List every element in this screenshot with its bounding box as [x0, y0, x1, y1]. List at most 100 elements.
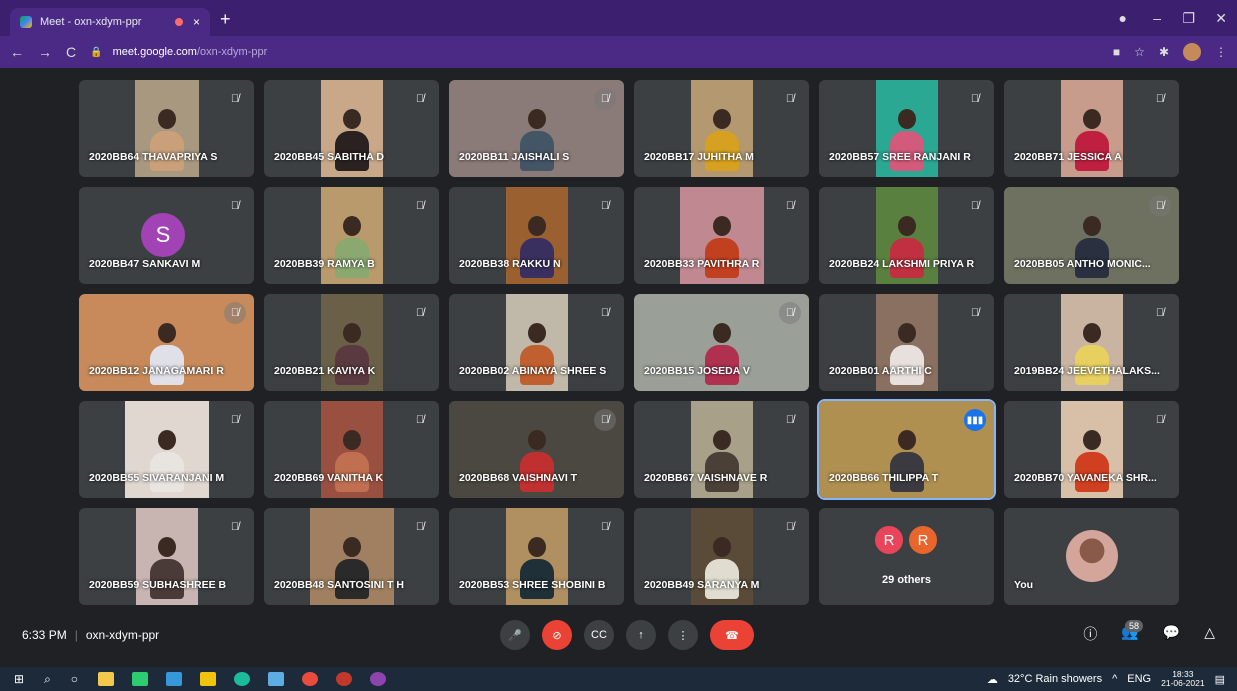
participant-tile[interactable]: 🎙̸ 2020BB24 LAKSHMI PRIYA R	[819, 187, 994, 284]
participant-tile[interactable]: 🎙̸ 2020BB71 JESSICA A	[1004, 80, 1179, 177]
mail-icon[interactable]	[268, 672, 285, 686]
participant-name: 2020BB39 RAMYA B	[274, 258, 375, 270]
participant-tile[interactable]: 🎙̸ 2020BB48 SANTOSINI T H	[264, 508, 439, 605]
lock-icon[interactable]: 🔒	[90, 47, 102, 58]
present-button[interactable]: ↑	[626, 620, 656, 650]
participant-tile[interactable]: S 🎙̸ 2020BB47 SANKAVI M	[79, 187, 254, 284]
meeting-time: 6:33 PM	[22, 628, 67, 642]
mic-muted-icon: 🎙̸	[415, 200, 425, 212]
participant-tile[interactable]: 🎙̸ 2020BB70 YAVANEKA SHR...	[1004, 401, 1179, 498]
participant-tile[interactable]: 🎙̸ 2020BB59 SUBHASHREE B	[79, 508, 254, 605]
meet-favicon-icon	[20, 16, 32, 28]
participant-tile[interactable]: 🎙̸ 2020BB15 JOSEDA V	[634, 294, 809, 391]
participant-tile[interactable]: 🎙̸ 2020BB17 JUHITHA M	[634, 80, 809, 177]
participant-tile[interactable]: 🎙̸ 2019BB24 JEEVETHALAKS...	[1004, 294, 1179, 391]
star-icon[interactable]: ☆	[1134, 45, 1145, 59]
participant-tile[interactable]: 🎙̸ 2020BB01 AARTHI C	[819, 294, 994, 391]
chrome-icon[interactable]	[302, 672, 319, 686]
language-indicator[interactable]: ENG	[1127, 673, 1151, 685]
mic-muted-icon: 🎙̸	[1155, 93, 1165, 105]
participant-name: 2020BB48 SANTOSINI T H	[274, 579, 404, 591]
participant-tile[interactable]: 🎙̸ 2020BB45 SABITHA D	[264, 80, 439, 177]
participant-avatar: R	[907, 524, 939, 556]
participant-tile[interactable]: 🎙̸ 2020BB55 SIVARANJANI M	[79, 401, 254, 498]
mic-muted-icon: 🎙̸	[970, 307, 980, 319]
chrome-icon-active[interactable]	[370, 672, 387, 686]
more-vert-icon: ⋮	[677, 629, 689, 642]
participant-name: 2020BB38 RAKKU N	[459, 258, 561, 270]
participant-tile[interactable]: 🎙̸ 2020BB02 ABINAYA SHREE S	[449, 294, 624, 391]
file-explorer-icon[interactable]	[98, 672, 115, 686]
clock[interactable]: 18:33 21-06-2021	[1161, 670, 1204, 688]
participant-tile[interactable]: 🎙̸ 2020BB64 THAVAPRIYA S	[79, 80, 254, 177]
participant-tile[interactable]: 🎙̸ 2020BB12 JANAGAMARI R	[79, 294, 254, 391]
mic-muted-icon: 🎙̸	[600, 521, 610, 533]
mic-muted-icon: 🎙̸	[415, 307, 425, 319]
participant-tile[interactable]: 🎙̸ 2020BB38 RAKKU N	[449, 187, 624, 284]
participant-tile[interactable]: ▮▮▮ 2020BB66 THILIPPA T	[817, 399, 996, 500]
url-field[interactable]: meet.google.com/oxn-xdym-ppr	[113, 46, 268, 58]
participant-tile[interactable]: You	[1004, 508, 1179, 605]
store-icon[interactable]	[200, 672, 217, 686]
weather-text[interactable]: 32°C Rain showers	[1008, 673, 1102, 685]
meeting-info: 6:33 PM | oxn-xdym-ppr	[22, 628, 159, 642]
participant-name: 2020BB49 SARANYA M	[644, 579, 760, 591]
extensions-icon[interactable]: ✱	[1159, 45, 1169, 59]
chevron-up-icon[interactable]: ^	[1112, 673, 1117, 685]
participant-name: 2020BB70 YAVANEKA SHR...	[1014, 472, 1157, 484]
app-icon-green[interactable]	[132, 672, 149, 686]
chat-icon[interactable]: 💬	[1163, 624, 1180, 644]
weather-icon: ☁	[986, 673, 998, 686]
chrome-icon-2[interactable]	[336, 672, 353, 686]
hang-up-button[interactable]: ☎	[710, 620, 754, 650]
participant-name: 2020BB01 AARTHI C	[829, 365, 932, 377]
mic-muted-icon: 🎙̸	[594, 409, 616, 431]
participant-tile[interactable]: 🎙̸ 2020BB49 SARANYA M	[634, 508, 809, 605]
participant-tile[interactable]: 🎙̸ 2020BB57 SREE RANJANI R	[819, 80, 994, 177]
microphone-button[interactable]: 🎤	[500, 620, 530, 650]
browser-tab[interactable]: Meet - oxn-xdym-ppr ×	[10, 8, 210, 36]
participant-tile[interactable]: 🎙̸ 2020BB05 ANTHO MONIC...	[1004, 187, 1179, 284]
more-options-button[interactable]: ⋮	[668, 620, 698, 650]
profile-avatar[interactable]	[1183, 43, 1201, 61]
minimize-button[interactable]: –	[1153, 10, 1161, 26]
camera-off-button[interactable]: ⊘	[542, 620, 572, 650]
search-icon[interactable]: ⌕	[44, 672, 51, 687]
notifications-icon[interactable]: ▤	[1215, 673, 1225, 686]
info-icon[interactable]: ⓘ	[1083, 624, 1097, 644]
new-tab-button[interactable]: +	[220, 10, 231, 28]
participant-tile[interactable]: 🎙̸ 2020BB21 KAVIYA K	[264, 294, 439, 391]
participant-tile[interactable]: 🎙̸ 2020BB33 PAVITHRA R	[634, 187, 809, 284]
forward-icon[interactable]: →	[38, 44, 52, 60]
windows-start-icon[interactable]: ⊞	[14, 672, 24, 686]
task-view-icon[interactable]: ○	[71, 672, 78, 686]
participant-tile[interactable]: 🎙̸ 2020BB53 SHREE SHOBINI B	[449, 508, 624, 605]
participant-name: 2019BB24 JEEVETHALAKS...	[1014, 365, 1160, 377]
participant-tile[interactable]: 🎙̸ 2020BB67 VAISHNAVE R	[634, 401, 809, 498]
tab-title: Meet - oxn-xdym-ppr	[40, 16, 142, 28]
menu-icon[interactable]: ⋮	[1215, 45, 1227, 59]
back-icon[interactable]: ←	[10, 44, 24, 60]
url-path: /oxn-xdym-ppr	[196, 46, 268, 58]
reload-icon[interactable]: C	[66, 44, 76, 60]
participant-tile[interactable]: 🎙̸ 2020BB68 VAISHNAVI T	[449, 401, 624, 498]
tab-close-icon[interactable]: ×	[193, 15, 200, 29]
meet-control-bar: 6:33 PM | oxn-xdym-ppr 🎤 ⊘ CC ↑ ⋮ ☎ ⓘ 👥 💬 …	[0, 608, 1237, 660]
media-control-icon[interactable]: ●	[1119, 10, 1127, 26]
captions-button[interactable]: CC	[584, 620, 614, 650]
app-icon-blue[interactable]	[166, 672, 183, 686]
participant-tile[interactable]: 🎙̸ 2020BB69 VANITHA K	[264, 401, 439, 498]
mic-muted-icon: 🎙̸	[785, 521, 795, 533]
camera-off-icon: ⊘	[552, 629, 562, 642]
participant-tile[interactable]: 🎙̸ 2020BB11 JAISHALI S	[449, 80, 624, 177]
maximize-button[interactable]: ❐	[1182, 10, 1195, 27]
participant-tile[interactable]: R R 29 others	[819, 508, 994, 605]
participant-name: 2020BB45 SABITHA D	[274, 151, 384, 163]
activities-icon[interactable]: △	[1204, 624, 1215, 644]
mic-muted-icon: 🎙̸	[1149, 195, 1171, 217]
edge-icon[interactable]	[234, 672, 251, 686]
captions-icon: CC	[591, 629, 607, 641]
camera-icon[interactable]: ■	[1113, 45, 1120, 59]
participant-tile[interactable]: 🎙̸ 2020BB39 RAMYA B	[264, 187, 439, 284]
close-window-button[interactable]: ✕	[1215, 10, 1227, 27]
